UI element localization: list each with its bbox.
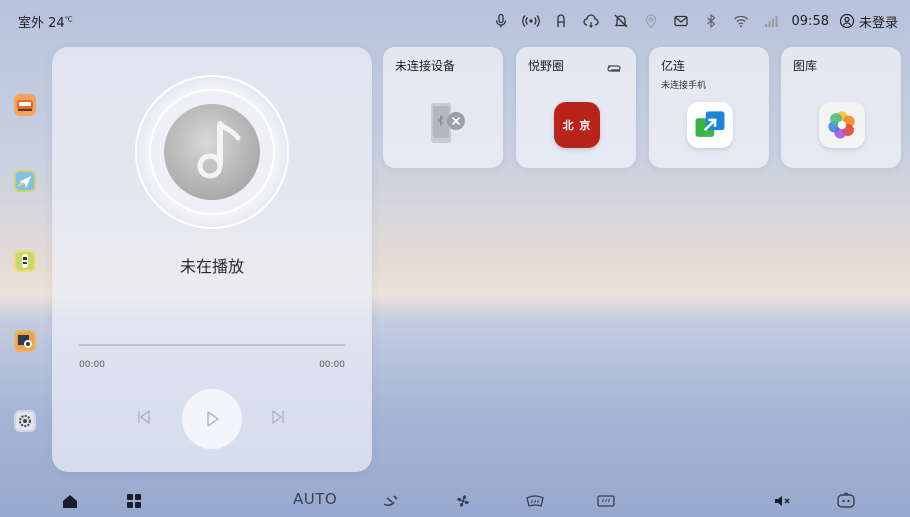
- seat-icon[interactable]: [546, 10, 576, 32]
- next-icon[interactable]: [270, 409, 286, 429]
- easyconnect-card[interactable]: 亿连 未连接手机: [649, 47, 769, 168]
- bottom-bar: [0, 484, 910, 517]
- user-login[interactable]: 未登录: [839, 12, 898, 31]
- user-icon: [839, 13, 855, 29]
- card-title: 悦野圈: [528, 59, 565, 73]
- previous-icon[interactable]: [136, 409, 152, 429]
- easyconnect-icon: [687, 102, 733, 148]
- play-button[interactable]: [182, 389, 242, 449]
- card-title: 亿连: [661, 59, 686, 73]
- playback-status: 未在播放: [179, 257, 244, 276]
- mail-icon[interactable]: [666, 10, 696, 32]
- mute-icon[interactable]: [773, 492, 793, 510]
- total-time: 00:00: [319, 360, 345, 370]
- mic-icon[interactable]: [486, 10, 516, 32]
- car-top-view-icon[interactable]: [14, 250, 36, 272]
- front-defrost-icon[interactable]: [525, 492, 545, 510]
- gallery-icon: [819, 102, 865, 148]
- yueyequan-card[interactable]: 悦野圈 北 京: [516, 47, 636, 168]
- rear-defrost-icon[interactable]: [596, 492, 616, 510]
- bluetooth-icon[interactable]: [696, 10, 726, 32]
- elapsed-time: 00:00: [79, 360, 105, 370]
- device-connection-card[interactable]: 未连接设备: [383, 47, 503, 168]
- apps-icon[interactable]: [125, 492, 143, 510]
- card-title: 图库: [793, 59, 818, 73]
- home-icon[interactable]: [61, 492, 79, 510]
- fan-icon[interactable]: [454, 492, 472, 510]
- card-subtitle: 未连接手机: [661, 81, 707, 91]
- wifi-icon[interactable]: [726, 10, 756, 32]
- navigation-icon[interactable]: [14, 170, 36, 192]
- status-bar: 室外 24℃ 09:58 未登录: [0, 0, 910, 40]
- fan-direction-icon[interactable]: [381, 492, 401, 510]
- hotspot-icon[interactable]: [516, 10, 546, 32]
- gallery-card[interactable]: 图库: [781, 47, 901, 168]
- phone-disconnected-icon: [425, 101, 471, 147]
- card-title: 未连接设备: [395, 59, 456, 73]
- status-icons: 09:58 未登录: [486, 10, 898, 32]
- car-seat-icon[interactable]: [14, 94, 36, 116]
- signal-icon: [756, 10, 786, 32]
- beijing-app-icon: 北 京: [554, 102, 600, 148]
- login-label: 未登录: [858, 15, 898, 31]
- notification-off-icon[interactable]: [606, 10, 636, 32]
- album-art: [132, 72, 292, 232]
- clock: 09:58: [791, 13, 829, 29]
- settings-icon[interactable]: [14, 410, 36, 432]
- play-icon: [207, 411, 219, 427]
- cloud-icon[interactable]: [576, 10, 606, 32]
- outside-temperature: 室外 24℃: [18, 15, 73, 31]
- location-icon[interactable]: [636, 10, 666, 32]
- music-player-card[interactable]: 未在播放 00:00 00:00: [52, 47, 372, 472]
- progress-bar[interactable]: [79, 344, 345, 346]
- link-icon[interactable]: [606, 59, 622, 78]
- auto-climate-button[interactable]: AUTO: [293, 490, 337, 508]
- camera-360-icon[interactable]: [14, 330, 36, 352]
- assistant-icon[interactable]: [836, 492, 856, 510]
